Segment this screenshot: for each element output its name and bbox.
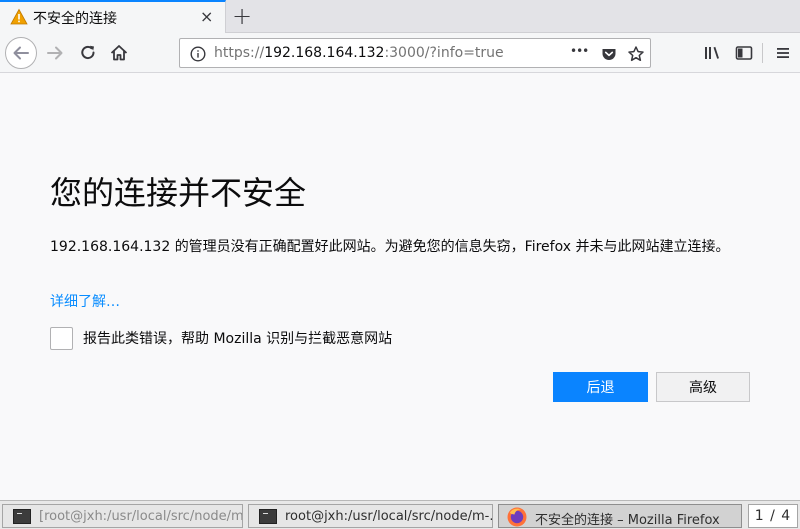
workspace-pager[interactable]: 1 / 4 (748, 504, 798, 528)
tab-strip: 不安全的连接 × + (0, 0, 800, 33)
info-icon[interactable] (189, 45, 207, 63)
home-icon (110, 45, 128, 61)
back-icon (13, 46, 29, 60)
url-bar[interactable]: https://192.168.164.132:3000/?info=true … (179, 38, 651, 68)
reload-button[interactable] (74, 39, 102, 67)
url-host: 192.168.164.132 (264, 45, 385, 61)
menu-button[interactable] (769, 39, 797, 67)
menu-icon (777, 48, 789, 58)
home-button[interactable] (105, 39, 133, 67)
taskbar-item-label: [root@jxh:/usr/local/src/node/m-… (39, 509, 243, 524)
pocket-icon[interactable] (600, 45, 618, 63)
reload-icon (81, 45, 95, 60)
library-icon (705, 46, 719, 59)
error-description: 192.168.164.132 的管理员没有正确配置好此网站。为避免您的信息失窃… (50, 239, 730, 255)
page-actions-button[interactable]: ••• (570, 44, 589, 58)
page-title: 您的连接并不安全 (50, 174, 307, 212)
forward-icon (47, 46, 63, 60)
go-back-button[interactable]: 后退 (553, 372, 648, 402)
library-button[interactable] (698, 39, 726, 67)
firefox-icon (507, 507, 527, 527)
tab-title: 不安全的连接 (33, 11, 117, 27)
taskbar: [root@jxh:/usr/local/src/node/m-… root@j… (0, 500, 800, 529)
taskbar-item-terminal-2[interactable]: root@jxh:/usr/local/src/node/m-… (248, 504, 493, 528)
report-error-checkbox[interactable] (50, 327, 73, 350)
url-path: :3000/?info=true (384, 45, 504, 61)
plus-icon[interactable]: + (232, 2, 252, 30)
bookmark-star-icon[interactable] (627, 45, 645, 63)
url-scheme: https:// (214, 45, 265, 61)
taskbar-item-label: root@jxh:/usr/local/src/node/m-… (285, 509, 493, 524)
advanced-button[interactable]: 高级 (656, 372, 750, 402)
tab-active[interactable]: 不安全的连接 × (0, 0, 226, 33)
navigation-toolbar: https://192.168.164.132:3000/?info=true … (0, 33, 800, 73)
forward-button[interactable] (41, 39, 69, 67)
close-icon[interactable]: × (200, 7, 213, 27)
taskbar-item-label: 不安全的连接 – Mozilla Firefox (535, 513, 720, 528)
taskbar-item-terminal-1[interactable]: [root@jxh:/usr/local/src/node/m-… (2, 504, 243, 528)
terminal-icon (259, 509, 277, 524)
report-error-label: 报告此类错误，帮助 Mozilla 识别与拦截恶意网站 (83, 331, 393, 347)
error-page: 您的连接并不安全 192.168.164.132 的管理员没有正确配置好此网站。… (0, 74, 800, 500)
sidebar-button[interactable] (730, 39, 758, 67)
taskbar-item-firefox[interactable]: 不安全的连接 – Mozilla Firefox (498, 504, 742, 528)
toolbar-separator (762, 43, 763, 63)
sidebar-icon (735, 46, 753, 60)
terminal-icon (13, 509, 31, 524)
warning-icon (10, 8, 28, 25)
learn-more-link[interactable]: 详细了解… (50, 291, 120, 311)
url-text[interactable]: https://192.168.164.132:3000/?info=true (214, 45, 504, 61)
back-button[interactable] (5, 37, 37, 69)
